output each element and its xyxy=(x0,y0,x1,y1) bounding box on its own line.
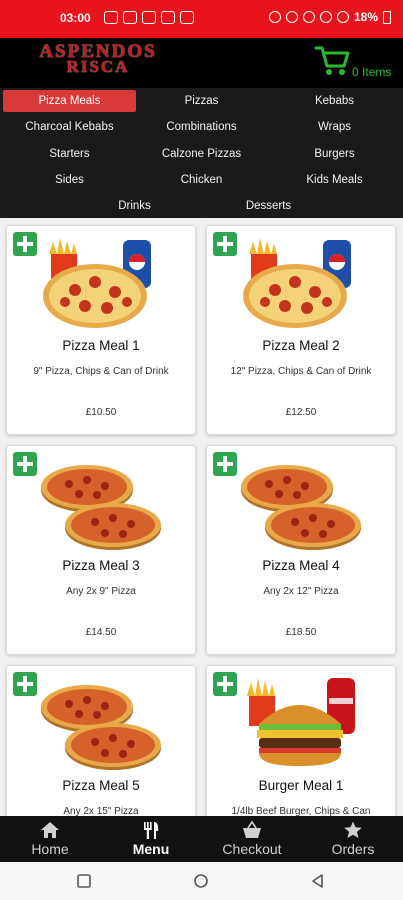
product-card[interactable]: Pizza Meal 1 9" Pizza, Chips & Can of Dr… xyxy=(6,225,196,435)
product-name: Pizza Meal 4 xyxy=(262,558,340,573)
alarm-icon xyxy=(285,11,298,23)
product-description: 12" Pizza, Chips & Can of Drink xyxy=(230,366,372,377)
category-kids-meals[interactable]: Kids Meals xyxy=(268,169,401,191)
product-card[interactable]: Pizza Meal 2 12" Pizza, Chips & Can of D… xyxy=(206,225,396,435)
product-description: Any 2x 15" Pizza xyxy=(63,806,139,816)
home-circle-icon[interactable] xyxy=(193,873,209,889)
nav-label: Orders xyxy=(331,841,375,857)
vibrate-icon xyxy=(302,11,315,23)
notification-icon xyxy=(180,11,194,24)
product-card[interactable]: Pizza Meal 3 Any 2x 9" Pizza £14.50 xyxy=(6,445,196,655)
system-navigation-bar xyxy=(0,862,403,900)
category-combinations[interactable]: Combinations xyxy=(135,116,268,138)
add-to-cart-button[interactable] xyxy=(213,232,237,256)
category-pizza-meals[interactable]: Pizza Meals xyxy=(3,90,136,112)
notification-icon xyxy=(123,11,137,24)
cart-icon[interactable] xyxy=(314,44,350,78)
restaurant-logo[interactable]: ASPENDOS RISCA xyxy=(10,42,186,82)
status-time: 03:00 xyxy=(60,11,91,25)
two-pizzas-image xyxy=(41,465,161,550)
pizza-chips-drink-image xyxy=(43,238,151,328)
category-drinks[interactable]: Drinks xyxy=(68,195,201,217)
pizza-chips-drink-image xyxy=(243,238,351,328)
home-icon xyxy=(41,822,59,838)
two-pizzas-image xyxy=(241,465,361,550)
bottom-navigation: Home Menu Checkout Orders xyxy=(0,816,403,862)
notification-icons xyxy=(104,11,194,24)
product-name: Pizza Meal 5 xyxy=(62,778,140,793)
add-to-cart-button[interactable] xyxy=(13,452,37,476)
category-desserts[interactable]: Desserts xyxy=(202,195,335,217)
notification-icon xyxy=(161,11,175,24)
product-card[interactable]: Pizza Meal 5 Any 2x 15" Pizza xyxy=(6,665,196,816)
basket-icon xyxy=(243,821,261,838)
cart-item-count[interactable]: 0 Items xyxy=(352,65,391,79)
category-kebabs[interactable]: Kebabs xyxy=(268,90,401,112)
category-charcoal-kebabs[interactable]: Charcoal Kebabs xyxy=(3,116,136,138)
product-price: £18.50 xyxy=(285,627,317,638)
notification-icon xyxy=(104,11,118,24)
battery-icon xyxy=(383,10,391,24)
product-name: Burger Meal 1 xyxy=(258,778,344,793)
nav-orders[interactable]: Orders xyxy=(303,816,403,862)
category-pizzas[interactable]: Pizzas xyxy=(135,90,268,112)
product-card[interactable]: Burger Meal 1 1/4lb Beef Burger, Chips &… xyxy=(206,665,396,816)
burger-chips-drink-image xyxy=(247,678,355,766)
product-description: 9" Pizza, Chips & Can of Drink xyxy=(33,366,169,377)
nav-menu[interactable]: Menu xyxy=(101,816,201,862)
category-menu: Pizza Meals Pizzas Kebabs Charcoal Kebab… xyxy=(0,88,403,218)
system-status-icons: 18% xyxy=(268,10,391,24)
nav-checkout[interactable]: Checkout xyxy=(202,816,302,862)
signal-icon xyxy=(336,11,349,23)
add-to-cart-button[interactable] xyxy=(13,672,37,696)
logo-line-2: RISCA xyxy=(66,57,130,76)
product-grid: Pizza Meal 1 9" Pizza, Chips & Can of Dr… xyxy=(0,218,403,816)
product-name: Pizza Meal 2 xyxy=(262,338,340,353)
category-sides[interactable]: Sides xyxy=(3,169,136,191)
back-icon[interactable] xyxy=(310,873,326,889)
add-to-cart-button[interactable] xyxy=(213,672,237,696)
product-name: Pizza Meal 1 xyxy=(62,338,140,353)
cutlery-icon xyxy=(144,822,159,839)
app-header: ASPENDOS RISCA 0 Items xyxy=(0,38,403,88)
nav-label: Checkout xyxy=(222,841,282,857)
product-name: Pizza Meal 3 xyxy=(62,558,140,573)
category-burgers[interactable]: Burgers xyxy=(268,143,401,165)
dnd-icon xyxy=(268,11,281,23)
nav-label: Menu xyxy=(132,841,170,857)
battery-percent: 18% xyxy=(353,10,378,24)
product-description: Any 2x 9" Pizza xyxy=(66,586,136,597)
product-description: 1/4lb Beef Burger, Chips & Can xyxy=(231,806,371,816)
notification-icon xyxy=(142,11,156,24)
status-bar: 03:00 18% xyxy=(0,0,403,38)
product-card[interactable]: Pizza Meal 4 Any 2x 12" Pizza £18.50 xyxy=(206,445,396,655)
add-to-cart-button[interactable] xyxy=(13,232,37,256)
two-pizzas-image xyxy=(41,685,161,770)
category-wraps[interactable]: Wraps xyxy=(268,116,401,138)
product-price: £12.50 xyxy=(285,407,317,418)
wifi-icon xyxy=(319,11,332,23)
nav-home[interactable]: Home xyxy=(0,816,100,862)
nav-label: Home xyxy=(31,841,69,857)
category-chicken[interactable]: Chicken xyxy=(135,169,268,191)
product-price: £14.50 xyxy=(85,627,117,638)
category-calzone-pizzas[interactable]: Calzone Pizzas xyxy=(135,143,268,165)
recents-icon[interactable] xyxy=(76,873,92,889)
star-icon xyxy=(344,821,362,838)
add-to-cart-button[interactable] xyxy=(213,452,237,476)
product-price: £10.50 xyxy=(85,407,117,418)
product-description: Any 2x 12" Pizza xyxy=(263,586,339,597)
category-starters[interactable]: Starters xyxy=(3,143,136,165)
